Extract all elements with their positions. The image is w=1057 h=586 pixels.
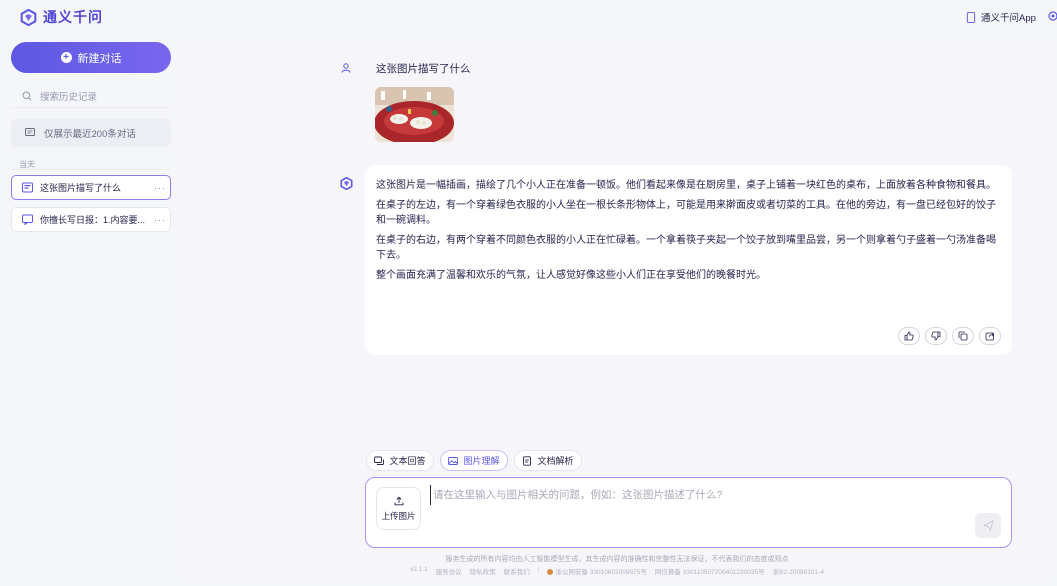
terms-link[interactable]: 服务协议 — [436, 566, 462, 576]
sidebar: + 新建对话 搜索历史记录 仅展示最近200条对话 当天 这张图片描写了什么 ·… — [0, 34, 180, 586]
divider — [11, 169, 171, 170]
mode-image-understanding[interactable]: 图片理解 — [440, 450, 508, 471]
upload-label: 上传图片 — [381, 510, 416, 521]
footer: v2.1.1 服务协议 隐私政策 联系我们 | 浙公网安备 3301060200… — [182, 566, 1052, 576]
more-options-icon[interactable]: ··· — [154, 183, 170, 193]
police-badge-icon — [547, 569, 554, 575]
conversation-item[interactable]: 这张图片描写了什么 ··· — [11, 175, 171, 200]
chat-icon — [22, 214, 33, 225]
message-composer: 上传图片 — [365, 477, 1012, 548]
conversation-title: 你擅长写日报：1.内容要... — [40, 215, 146, 225]
mode-text-answer[interactable]: 文本回答 — [366, 450, 434, 471]
mode-label: 文本回答 — [389, 456, 426, 466]
answer-actions — [898, 327, 1001, 345]
history-search[interactable]: 搜索历史记录 — [11, 84, 171, 108]
answer-paragraph: 这张图片是一幅插画，描绘了几个小人正在准备一顿饭。他们看起来像是在厨房里，桌子上… — [376, 180, 996, 191]
image-icon — [448, 456, 459, 465]
icp-license-link[interactable]: 浙B2-20080101-4 — [773, 566, 824, 576]
divider: | — [537, 566, 540, 573]
thumbs-up-icon — [904, 331, 914, 341]
thumbs-down-icon — [931, 331, 941, 341]
assistant-avatar-icon — [340, 177, 353, 190]
search-placeholder: 搜索历史记录 — [40, 91, 98, 103]
document-icon — [523, 455, 532, 466]
answer-paragraph: 在桌子的右边，有两个穿着不同颜色衣服的小人正在忙碌着。一个拿着筷子夹起一个饺子放… — [376, 235, 996, 261]
privacy-link[interactable]: 隐私政策 — [470, 566, 496, 576]
icp-record-link[interactable]: 网信算备 330110507206401230035号 — [655, 566, 765, 576]
message-icon — [25, 128, 35, 136]
uploaded-image-thumbnail[interactable] — [375, 87, 454, 142]
app-link-label: 通义千问App — [981, 13, 1036, 24]
question-input[interactable] — [430, 485, 960, 505]
ai-disclaimer: 服务生成的所有内容均由人工智能模型生成，其生成内容的准确性和完整性无法保证，不代… — [445, 556, 789, 563]
app-download-link[interactable]: 通义千问App — [966, 10, 1036, 24]
image-chat-icon — [22, 182, 33, 193]
chat-icon — [374, 456, 385, 465]
mode-document-parsing[interactable]: 文档解析 — [514, 450, 582, 471]
mode-label: 文档解析 — [537, 456, 574, 466]
new-chat-label: 新建对话 — [77, 52, 122, 65]
like-button[interactable] — [898, 327, 920, 345]
copy-icon — [958, 331, 968, 341]
send-icon — [982, 520, 994, 531]
police-record-text: 浙公网安备 33010602009975号 — [555, 569, 647, 576]
upload-icon — [394, 496, 403, 505]
dislike-button[interactable] — [925, 327, 947, 345]
share-button[interactable] — [979, 327, 1001, 345]
dinner-illustration — [375, 87, 454, 142]
history-notice: 仅展示最近200条对话 — [11, 119, 171, 147]
top-bar: 通义千问 通义千问App — [0, 0, 1057, 34]
share-icon — [985, 332, 995, 341]
notice-text: 仅展示最近200条对话 — [44, 129, 136, 140]
app-name: 通义千问 — [43, 9, 103, 25]
answer-paragraph: 整个画面充满了温馨和欢乐的气氛，让人感觉好像这些小人们正在享受他们的晚餐时光。 — [376, 270, 766, 281]
conversation-title: 这张图片描写了什么 — [40, 183, 122, 193]
user-message: 这张图片描写了什么 — [376, 63, 471, 75]
answer-paragraph: 在桌子的左边，有一个穿着绿色衣服的小人坐在一根长条形物体上，可能是用来擀面皮或者… — [376, 200, 996, 226]
copy-button[interactable] — [952, 327, 974, 345]
police-record-link[interactable]: 浙公网安备 33010602009975号 — [547, 566, 647, 576]
logo-icon — [20, 8, 37, 26]
phone-icon — [966, 11, 976, 23]
send-button[interactable] — [975, 513, 1001, 538]
assistant-answer: 这张图片是一幅插画，描绘了几个小人正在准备一顿饭。他们看起来像是在厨房里，桌子上… — [365, 165, 1012, 355]
contact-link[interactable]: 联系我们 — [504, 566, 530, 576]
more-options-icon[interactable]: ··· — [154, 215, 170, 225]
search-icon — [22, 91, 32, 101]
logo[interactable]: 通义千问 — [20, 7, 103, 27]
version: v2.1.1 — [410, 566, 428, 573]
plus-icon: + — [60, 52, 72, 63]
new-chat-button[interactable]: + 新建对话 — [11, 42, 171, 73]
upload-image-button[interactable]: 上传图片 — [376, 487, 421, 530]
conversation-item[interactable]: 你擅长写日报：1.内容要... ··· — [11, 207, 171, 232]
user-avatar-icon — [341, 63, 351, 73]
mode-label: 图片理解 — [463, 456, 500, 466]
gear-icon[interactable] — [1047, 10, 1057, 22]
